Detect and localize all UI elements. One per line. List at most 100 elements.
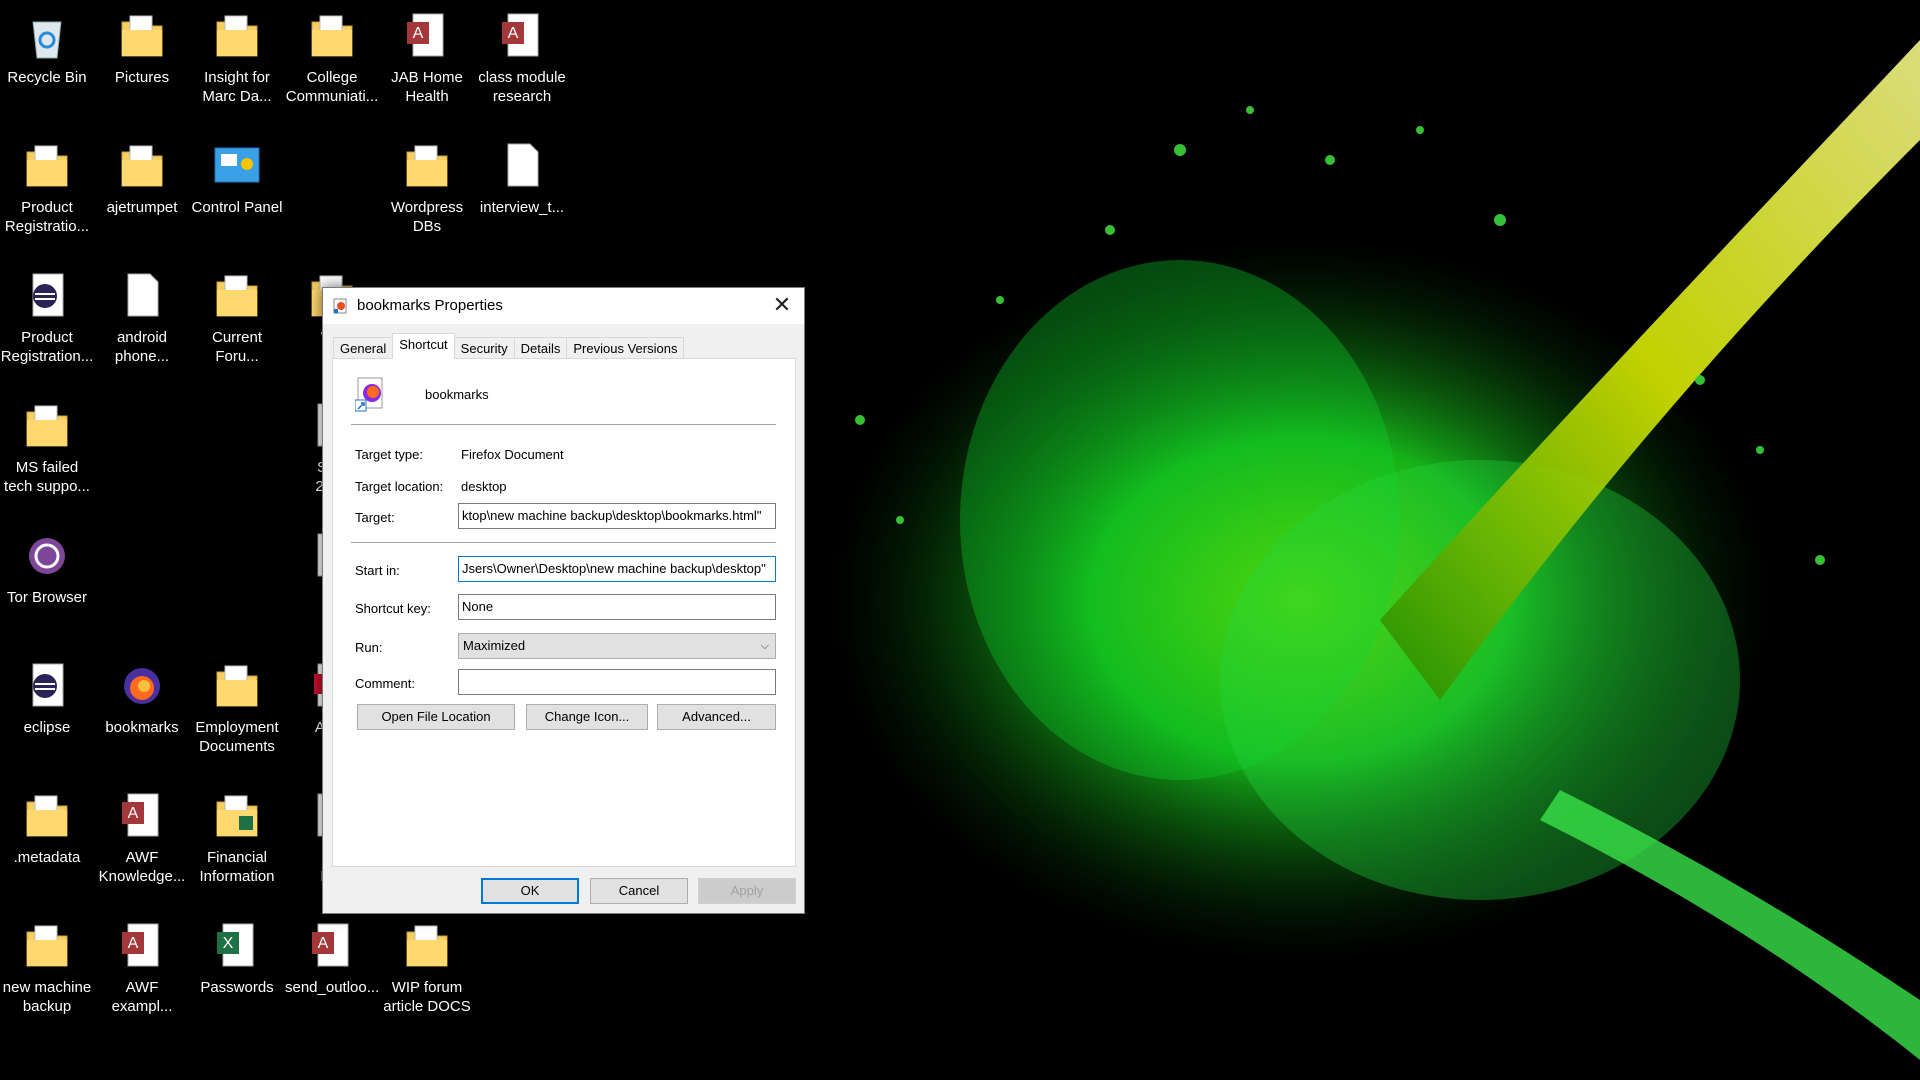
folder-icon	[311, 15, 353, 57]
apply-button[interactable]: Apply	[698, 878, 796, 904]
desktop-icon[interactable]: College Communiati...	[285, 10, 379, 106]
svg-text:A: A	[413, 25, 424, 42]
desktop-icon-label: WIP forum article DOCS	[383, 979, 471, 1015]
shortcut-key-label: Shortcut key:	[355, 601, 431, 616]
file-icon	[127, 273, 159, 317]
desktop-icon[interactable]: Asend_outloo...	[285, 920, 379, 997]
desktop-icon[interactable]: Tor Browser	[0, 530, 94, 607]
desktop-icon[interactable]: Financial Information	[190, 790, 284, 886]
desktop-icon[interactable]: bookmarks	[95, 660, 189, 737]
desktop-icon[interactable]: Wordpress DBs	[380, 140, 474, 236]
tab-security[interactable]: Security	[453, 337, 515, 359]
desktop-icon-label: Insight for Marc Da...	[202, 69, 272, 105]
desktop-icon[interactable]: MS failed tech suppo...	[0, 400, 94, 496]
comment-field[interactable]	[458, 669, 776, 695]
svg-text:X: X	[223, 935, 234, 952]
desktop-icon[interactable]: WIP forum article DOCS	[380, 920, 474, 1016]
desktop-icon[interactable]: A AWF exampl...	[95, 920, 189, 1016]
tab-shortcut[interactable]: Shortcut	[392, 333, 455, 359]
folder-icon	[121, 15, 163, 57]
desktop-icon-label: android phone...	[114, 329, 170, 365]
folder-icon	[26, 925, 68, 967]
advanced-button[interactable]: Advanced...	[657, 704, 776, 730]
eclipse-icon	[32, 273, 64, 317]
ok-button[interactable]: OK	[481, 878, 579, 904]
target-location-label: Target location:	[355, 479, 444, 494]
desktop-icon[interactable]: Product Registration...	[0, 270, 94, 366]
desktop-icon[interactable]: Pictures	[95, 10, 189, 87]
desktop-icon-label: Current Foru...	[211, 329, 263, 365]
desktop-icon-label: JAB Home Health	[391, 69, 463, 105]
recycle-bin-icon	[32, 21, 62, 59]
folder-icon	[121, 145, 163, 187]
svg-text:A: A	[318, 935, 329, 952]
firefox-document-icon	[355, 377, 383, 412]
target-type-label: Target type:	[355, 447, 423, 462]
desktop-icon[interactable]: A JAB Home Health	[380, 10, 474, 106]
desktop-icon-label: send_outloo...	[285, 979, 380, 996]
open-file-location-button[interactable]: Open File Location	[357, 704, 515, 730]
desktop-icon[interactable]: Aclass module research	[475, 10, 569, 106]
desktop-icon[interactable]: android phone...	[95, 270, 189, 366]
dialog-titlebar[interactable]: bookmarks Properties ✕	[323, 288, 804, 324]
desktop-icon[interactable]: Product Registratio...	[0, 140, 94, 236]
start-in-label: Start in:	[355, 563, 400, 578]
run-select-value: Maximized	[463, 638, 526, 653]
desktop-icon-label: College Communiati...	[285, 69, 379, 105]
folder-icon	[216, 275, 258, 317]
desktop-icon-label: Product Registratio...	[4, 199, 90, 235]
desktop-icon[interactable]: ajetrumpet	[95, 140, 189, 217]
start-in-field[interactable]: Jsers\Owner\Desktop\new machine backup\d…	[458, 556, 776, 582]
desktop-icon[interactable]: Insight for Marc Da...	[190, 10, 284, 106]
desktop-icon[interactable]: Current Foru...	[190, 270, 284, 366]
desktop-icon-label: Product Registration...	[0, 329, 94, 365]
target-location-value: desktop	[461, 479, 507, 494]
tab-details[interactable]: Details	[513, 337, 568, 359]
desktop-icon[interactable]: Recycle Bin	[0, 10, 94, 87]
desktop-icon[interactable]: X Passwords	[190, 920, 284, 997]
shortcut-key-field[interactable]: None	[458, 594, 776, 620]
desktop-icon-label: ajetrumpet	[106, 199, 178, 216]
excel-folder-icon	[216, 795, 258, 837]
dialog-title: bookmarks Properties	[357, 297, 503, 314]
eclipse-icon	[32, 663, 64, 707]
desktop-icon-label: interview_t...	[479, 199, 565, 216]
desktop-icon-label: AWF Knowledge...	[98, 849, 186, 885]
desktop-icon-label: Tor Browser	[6, 589, 88, 606]
close-icon[interactable]: ✕	[760, 288, 804, 324]
desktop-icon[interactable]: A AWF Knowledge...	[95, 790, 189, 886]
target-field[interactable]: ktop\new machine backup\desktop\bookmark…	[458, 503, 776, 529]
chevron-down-icon: ⌵	[760, 640, 769, 652]
desktop-icon-label: eclipse	[23, 719, 71, 736]
desktop-icon-label: .metadata	[13, 849, 81, 866]
folder-icon	[406, 145, 448, 187]
desktop-icon-label: Pictures	[114, 69, 170, 86]
run-label: Run:	[355, 640, 383, 655]
desktop-icon[interactable]: interview_t...	[475, 140, 569, 217]
tab-general[interactable]: General	[333, 337, 394, 359]
desktop-icon-label: class module research	[478, 69, 566, 105]
run-select[interactable]: Maximized ⌵	[458, 633, 776, 659]
folder-icon	[26, 795, 68, 837]
shortcut-file-icon	[333, 298, 347, 314]
firefox-icon	[124, 668, 160, 704]
change-icon-button[interactable]: Change Icon...	[526, 704, 648, 730]
cancel-button[interactable]: Cancel	[590, 878, 688, 904]
desktop-icon[interactable]: new machine backup	[0, 920, 94, 1016]
desktop-icon-label: AWF exampl...	[111, 979, 173, 1015]
desktop-icon[interactable]: .metadata	[0, 790, 94, 867]
desktop-icon[interactable]: eclipse	[0, 660, 94, 737]
divider	[351, 424, 776, 425]
svg-text:A: A	[128, 805, 139, 822]
control-panel-icon	[214, 147, 260, 183]
access-file-icon: A	[122, 793, 159, 837]
access-file-icon: A	[312, 923, 349, 967]
access-file-icon: A	[502, 13, 539, 57]
desktop-icon[interactable]: Control Panel	[190, 140, 284, 217]
access-file-icon: A	[122, 923, 159, 967]
desktop-icon[interactable]: Employment Documents	[190, 660, 284, 756]
folder-icon	[216, 15, 258, 57]
desktop-icon-label: Passwords	[200, 979, 274, 996]
tab-previous-versions[interactable]: Previous Versions	[566, 337, 685, 359]
file-icon	[507, 143, 539, 187]
